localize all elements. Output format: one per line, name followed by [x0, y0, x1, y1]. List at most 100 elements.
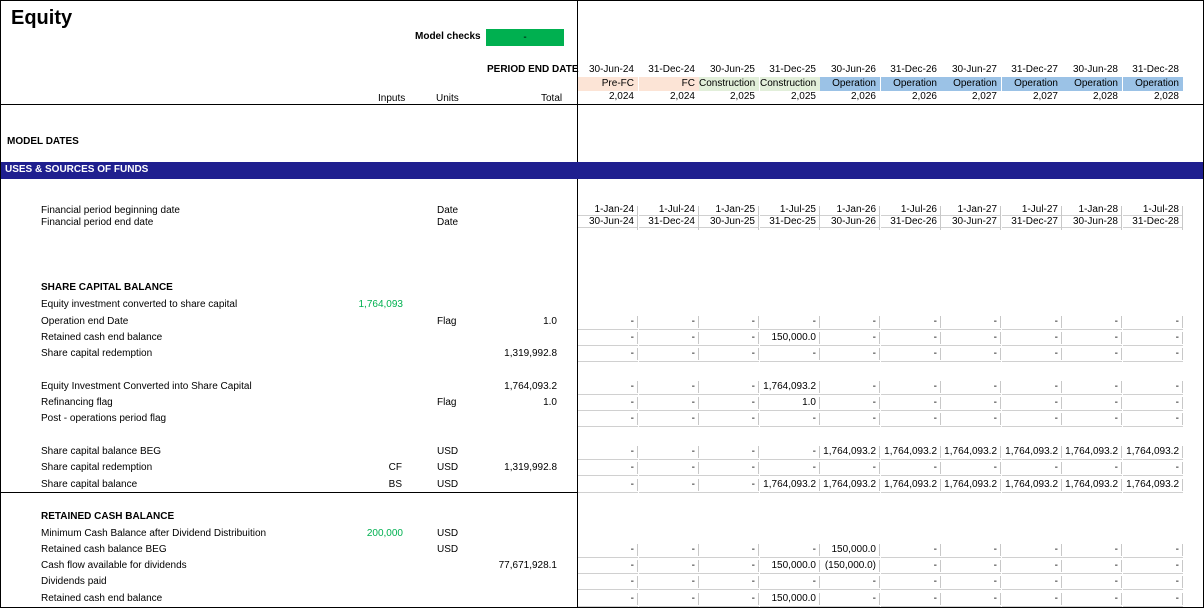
period-end-date[interactable]: 30-Jun-28	[1062, 64, 1122, 77]
value-cell[interactable]: 1,764,093.2	[1002, 444, 1062, 460]
value-cell[interactable]: -	[699, 460, 759, 476]
value-cell[interactable]: -	[699, 346, 759, 362]
value-cell[interactable]: -	[941, 542, 1001, 558]
period-end-date[interactable]: 30-Jun-25	[699, 64, 759, 77]
value-cell[interactable]: -	[1062, 330, 1122, 346]
value-cell[interactable]: -	[1062, 460, 1122, 476]
value-cell[interactable]: -	[578, 574, 638, 590]
value-cell[interactable]: -	[1062, 591, 1122, 607]
period-begin-cell[interactable]: 1-Jan-26	[820, 204, 880, 218]
value-cell[interactable]: -	[1123, 542, 1183, 558]
value-cell[interactable]: -	[1123, 574, 1183, 590]
value-cell[interactable]: -	[639, 346, 699, 362]
value-cell[interactable]: -	[578, 346, 638, 362]
value-cell[interactable]: -	[578, 444, 638, 460]
value-cell[interactable]: -	[699, 314, 759, 330]
period-end-cell[interactable]: 30-Jun-27	[941, 216, 1001, 230]
period-end-date[interactable]: 31-Dec-24	[639, 64, 699, 77]
period-phase[interactable]: Construction	[699, 77, 759, 91]
value-cell[interactable]: -	[1002, 542, 1062, 558]
value-cell[interactable]: 150,000.0	[820, 542, 880, 558]
value-cell[interactable]: -	[820, 395, 880, 411]
value-cell[interactable]: -	[639, 395, 699, 411]
value-cell[interactable]: 1,764,093.2	[1123, 444, 1183, 460]
period-year[interactable]: 2,024	[578, 91, 638, 104]
period-year[interactable]: 2,027	[1002, 91, 1062, 104]
value-cell[interactable]: -	[639, 444, 699, 460]
value-cell[interactable]: -	[1123, 411, 1183, 427]
value-cell[interactable]: -	[639, 460, 699, 476]
value-cell[interactable]: -	[639, 477, 699, 493]
value-cell[interactable]: -	[820, 314, 880, 330]
period-begin-cell[interactable]: 1-Jul-24	[639, 204, 699, 218]
period-begin-cell[interactable]: 1-Jul-28	[1123, 204, 1183, 218]
value-cell[interactable]: -	[1002, 558, 1062, 574]
value-cell[interactable]: -	[578, 395, 638, 411]
value-cell[interactable]: -	[941, 346, 1001, 362]
value-cell[interactable]: -	[1062, 574, 1122, 590]
value-cell[interactable]: -	[941, 411, 1001, 427]
period-phase[interactable]: Operation	[820, 77, 880, 91]
value-cell[interactable]: -	[1123, 314, 1183, 330]
value-cell[interactable]: -	[941, 314, 1001, 330]
value-cell[interactable]: -	[820, 346, 880, 362]
value-cell[interactable]: -	[820, 330, 880, 346]
period-year[interactable]: 2,028	[1123, 91, 1183, 104]
value-cell[interactable]: -	[699, 411, 759, 427]
value-cell[interactable]: -	[1062, 411, 1122, 427]
value-cell[interactable]: -	[639, 558, 699, 574]
value-cell[interactable]: -	[1062, 314, 1122, 330]
value-cell[interactable]: -	[881, 460, 941, 476]
value-cell[interactable]: -	[881, 314, 941, 330]
value-cell[interactable]: 1,764,093.2	[1123, 477, 1183, 493]
period-end-date[interactable]: 31-Dec-26	[881, 64, 941, 77]
value-cell[interactable]: 1,764,093.2	[760, 379, 820, 395]
period-begin-cell[interactable]: 1-Jul-27	[1002, 204, 1062, 218]
value-cell[interactable]: -	[578, 314, 638, 330]
value-cell[interactable]: -	[820, 460, 880, 476]
value-cell[interactable]: -	[1123, 346, 1183, 362]
value-cell[interactable]: -	[760, 411, 820, 427]
period-end-cell[interactable]: 31-Dec-27	[1002, 216, 1062, 230]
period-end-date[interactable]: 31-Dec-27	[1002, 64, 1062, 77]
value-cell[interactable]: -	[1002, 411, 1062, 427]
period-begin-cell[interactable]: 1-Jul-26	[881, 204, 941, 218]
row-input[interactable]: 200,000	[367, 528, 403, 539]
value-cell[interactable]: 1,764,093.2	[820, 477, 880, 493]
value-cell[interactable]: -	[1002, 574, 1062, 590]
value-cell[interactable]: -	[699, 330, 759, 346]
value-cell[interactable]: 1,764,093.2	[881, 444, 941, 460]
value-cell[interactable]: 1,764,093.2	[820, 444, 880, 460]
value-cell[interactable]: -	[760, 574, 820, 590]
period-year[interactable]: 2,025	[699, 91, 759, 104]
value-cell[interactable]: -	[1002, 591, 1062, 607]
value-cell[interactable]: -	[699, 379, 759, 395]
period-phase[interactable]: FC	[639, 77, 699, 91]
period-end-cell[interactable]: 31-Dec-24	[639, 216, 699, 230]
value-cell[interactable]: (150,000.0)	[820, 558, 880, 574]
value-cell[interactable]: -	[578, 558, 638, 574]
row-input[interactable]: 1,764,093	[359, 299, 404, 310]
value-cell[interactable]: 150,000.0	[760, 558, 820, 574]
value-cell[interactable]: -	[639, 314, 699, 330]
value-cell[interactable]: -	[699, 591, 759, 607]
period-year[interactable]: 2,028	[1062, 91, 1122, 104]
value-cell[interactable]: -	[639, 411, 699, 427]
value-cell[interactable]: -	[941, 379, 1001, 395]
period-phase[interactable]: Construction	[760, 77, 820, 91]
value-cell[interactable]: 1,764,093.2	[941, 444, 1001, 460]
period-begin-cell[interactable]: 1-Jan-24	[578, 204, 638, 218]
value-cell[interactable]: -	[1002, 346, 1062, 362]
value-cell[interactable]: -	[1062, 346, 1122, 362]
value-cell[interactable]: 1,764,093.2	[941, 477, 1001, 493]
value-cell[interactable]: -	[639, 542, 699, 558]
value-cell[interactable]: -	[1002, 395, 1062, 411]
value-cell[interactable]: -	[699, 444, 759, 460]
value-cell[interactable]: -	[1123, 460, 1183, 476]
value-cell[interactable]: -	[578, 477, 638, 493]
period-year[interactable]: 2,025	[760, 91, 820, 104]
value-cell[interactable]: -	[1062, 542, 1122, 558]
value-cell[interactable]: -	[881, 346, 941, 362]
value-cell[interactable]: -	[1002, 379, 1062, 395]
value-cell[interactable]: -	[1123, 395, 1183, 411]
